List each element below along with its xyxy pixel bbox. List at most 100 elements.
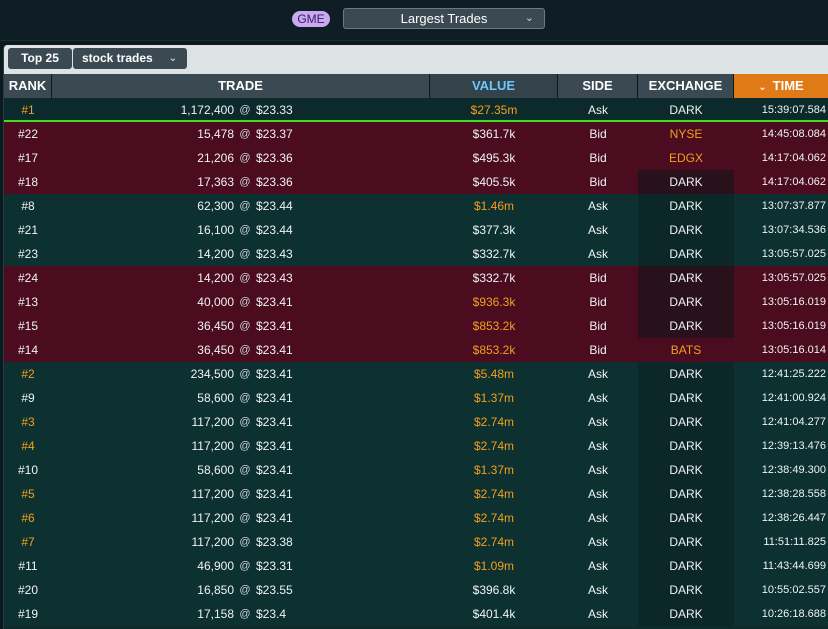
at-symbol: @ bbox=[239, 608, 251, 620]
trade-price-cell: $23.38 bbox=[256, 535, 293, 549]
trade-price-cell: $23.37 bbox=[256, 127, 293, 141]
table-row[interactable]: #7 117,200 @ $23.38 $2.74m Ask DARK 11:51:11.82… bbox=[4, 530, 828, 554]
column-header-rank[interactable]: RANK bbox=[4, 74, 52, 98]
table-row[interactable]: #10 58,600 @ $23.41 $1.37m Ask DARK 12:38:49.30… bbox=[4, 458, 828, 482]
exchange-cell: DARK bbox=[638, 482, 734, 506]
exchange-cell: DARK bbox=[638, 458, 734, 482]
table-row[interactable]: #1 1,172,400 @ $23.33 $27.35m Ask DARK 15:39:07… bbox=[4, 98, 828, 123]
time-cell: 14:45:08.084 bbox=[761, 128, 826, 140]
column-header-value[interactable]: VALUE bbox=[430, 74, 558, 98]
column-header-exchange[interactable]: EXCHANGE bbox=[638, 74, 734, 98]
rank-cell: #14 bbox=[17, 343, 39, 357]
table-row[interactable]: #19 17,158 @ $23.4 $401.4k Ask DARK 10:26:18.68… bbox=[4, 602, 828, 626]
value-cell: $27.35m bbox=[470, 103, 518, 117]
time-cell: 13:05:16.019 bbox=[761, 320, 826, 332]
exchange-cell: DARK bbox=[638, 506, 734, 530]
table-row[interactable]: #21 16,100 @ $23.44 $377.3k Ask DARK 13:07:34.5… bbox=[4, 218, 828, 242]
trade-price-cell: $23.41 bbox=[256, 463, 293, 477]
panel-toolbar: Top 25 stock trades ⌄ bbox=[4, 45, 828, 74]
side-cell: Bid bbox=[589, 295, 607, 309]
side-cell: Ask bbox=[587, 223, 608, 237]
side-cell: Ask bbox=[587, 391, 608, 405]
at-symbol: @ bbox=[239, 392, 251, 404]
time-cell: 12:38:26.447 bbox=[761, 512, 826, 524]
table-row[interactable]: #3 117,200 @ $23.41 $2.74m Ask DARK 12:41:04.27… bbox=[4, 410, 828, 434]
rank-cell: #24 bbox=[17, 271, 39, 285]
side-cell: Bid bbox=[589, 175, 607, 189]
top-bar: GME Largest Trades ⌄ bbox=[0, 0, 828, 41]
at-symbol: @ bbox=[239, 272, 251, 284]
value-cell: $377.3k bbox=[472, 223, 516, 237]
time-cell: 13:05:16.019 bbox=[761, 296, 826, 308]
exchange-cell: DARK bbox=[638, 362, 734, 386]
value-cell: $405.5k bbox=[472, 175, 516, 189]
chevron-down-icon: ⌄ bbox=[524, 12, 534, 24]
trade-quantity-cell: 117,200 bbox=[191, 511, 235, 525]
side-cell: Bid bbox=[589, 271, 607, 285]
trade-price-cell: $23.41 bbox=[256, 439, 293, 453]
exchange-cell: NYSE bbox=[669, 127, 703, 141]
trade-quantity-cell: 15,478 bbox=[197, 127, 234, 141]
ticker-badge[interactable]: GME bbox=[292, 11, 330, 27]
exchange-cell: DARK bbox=[638, 578, 734, 602]
trade-price-cell: $23.41 bbox=[256, 343, 293, 357]
side-cell: Ask bbox=[587, 367, 608, 381]
trade-price-cell: $23.41 bbox=[256, 295, 293, 309]
column-header-side[interactable]: SIDE bbox=[558, 74, 638, 98]
at-symbol: @ bbox=[239, 416, 251, 428]
exchange-cell: DARK bbox=[638, 386, 734, 410]
table-row[interactable]: #18 17,363 @ $23.36 $405.5k Bid DARK 14:17:04.0… bbox=[4, 170, 828, 194]
table-row[interactable]: #17 21,206 @ $23.36 $495.3k Bid EDGX 14:17:04.0… bbox=[4, 146, 828, 170]
trade-quantity-cell: 58,600 bbox=[197, 463, 234, 477]
value-cell: $495.3k bbox=[472, 151, 516, 165]
rank-cell: #8 bbox=[21, 199, 35, 213]
table-row[interactable]: #13 40,000 @ $23.41 $936.3k Bid DARK 13:05:16.0… bbox=[4, 290, 828, 314]
column-header-time[interactable]: ⌄ TIME bbox=[734, 74, 828, 98]
table-row[interactable]: #9 58,600 @ $23.41 $1.37m Ask DARK 12:41:00.924 bbox=[4, 386, 828, 410]
table-row[interactable]: #22 15,478 @ $23.37 $361.7k Bid NYSE 14:45:08.0… bbox=[4, 122, 828, 146]
side-cell: Bid bbox=[589, 319, 607, 333]
top-n-button[interactable]: Top 25 bbox=[8, 48, 72, 69]
rank-cell: #9 bbox=[21, 391, 35, 405]
at-symbol: @ bbox=[239, 488, 251, 500]
exchange-cell: DARK bbox=[638, 314, 734, 338]
table-row[interactable]: #11 46,900 @ $23.31 $1.09m Ask DARK 11:43:44.69… bbox=[4, 554, 828, 578]
table-row[interactable]: #24 14,200 @ $23.43 $332.7k Bid DARK 13:05:57.0… bbox=[4, 266, 828, 290]
at-symbol: @ bbox=[239, 512, 251, 524]
table-row[interactable]: #5 117,200 @ $23.41 $2.74m Ask DARK 12:38:28.55… bbox=[4, 482, 828, 506]
table-row[interactable]: #4 117,200 @ $23.41 $2.74m Ask DARK 12:39:13.47… bbox=[4, 434, 828, 458]
time-cell: 14:17:04.062 bbox=[761, 152, 826, 164]
table-row[interactable]: #15 36,450 @ $23.41 $853.2k Bid DARK 13:05:16.0… bbox=[4, 314, 828, 338]
sort-descending-icon: ⌄ bbox=[758, 82, 767, 93]
rank-cell: #10 bbox=[17, 463, 39, 477]
exchange-cell: DARK bbox=[638, 434, 734, 458]
trade-quantity-cell: 36,450 bbox=[197, 319, 234, 333]
exchange-cell: DARK bbox=[638, 170, 734, 194]
at-symbol: @ bbox=[239, 464, 251, 476]
table-row[interactable]: #20 16,850 @ $23.55 $396.8k Ask DARK 10:55:02.5… bbox=[4, 578, 828, 602]
rank-cell: #15 bbox=[17, 319, 39, 333]
value-cell: $936.3k bbox=[472, 295, 516, 309]
time-cell: 15:39:07.584 bbox=[761, 104, 826, 116]
table-row[interactable]: #6 117,200 @ $23.41 $2.74m Ask DARK 12:38:26.44… bbox=[4, 506, 828, 530]
exchange-cell: EDGX bbox=[668, 151, 703, 165]
table-row[interactable]: #23 14,200 @ $23.43 $332.7k Ask DARK 13:05:57.0… bbox=[4, 242, 828, 266]
trade-type-dropdown[interactable]: stock trades ⌄ bbox=[73, 48, 187, 69]
at-symbol: @ bbox=[239, 560, 251, 572]
view-select-dropdown[interactable]: Largest Trades ⌄ bbox=[343, 8, 545, 29]
table-header: RANK TRADE VALUE SIDE EXCHANGE ⌄ TIME bbox=[4, 74, 828, 98]
time-cell: 11:51:11.825 bbox=[763, 536, 826, 548]
trade-price-cell: $23.4 bbox=[256, 607, 287, 621]
table-row[interactable]: #2 234,500 @ $23.41 $5.48m Ask DARK 12:41:25.22… bbox=[4, 362, 828, 386]
rank-cell: #2 bbox=[21, 367, 35, 381]
largest-trades-panel: Top 25 stock trades ⌄ RANK TRADE VALUE S… bbox=[3, 45, 828, 629]
table-row[interactable]: #14 36,450 @ $23.41 $853.2k Bid BATS 13:05:16.0… bbox=[4, 338, 828, 362]
column-header-trade[interactable]: TRADE bbox=[52, 74, 430, 98]
trade-price-cell: $23.43 bbox=[256, 271, 293, 285]
table-row[interactable]: #8 62,300 @ $23.44 $1.46m Ask DARK 13:07:37.877 bbox=[4, 194, 828, 218]
rank-cell: #1 bbox=[21, 103, 35, 117]
exchange-cell: DARK bbox=[638, 410, 734, 434]
at-symbol: @ bbox=[239, 152, 251, 164]
time-cell: 12:41:04.277 bbox=[761, 416, 826, 428]
time-cell: 13:07:34.536 bbox=[761, 224, 826, 236]
